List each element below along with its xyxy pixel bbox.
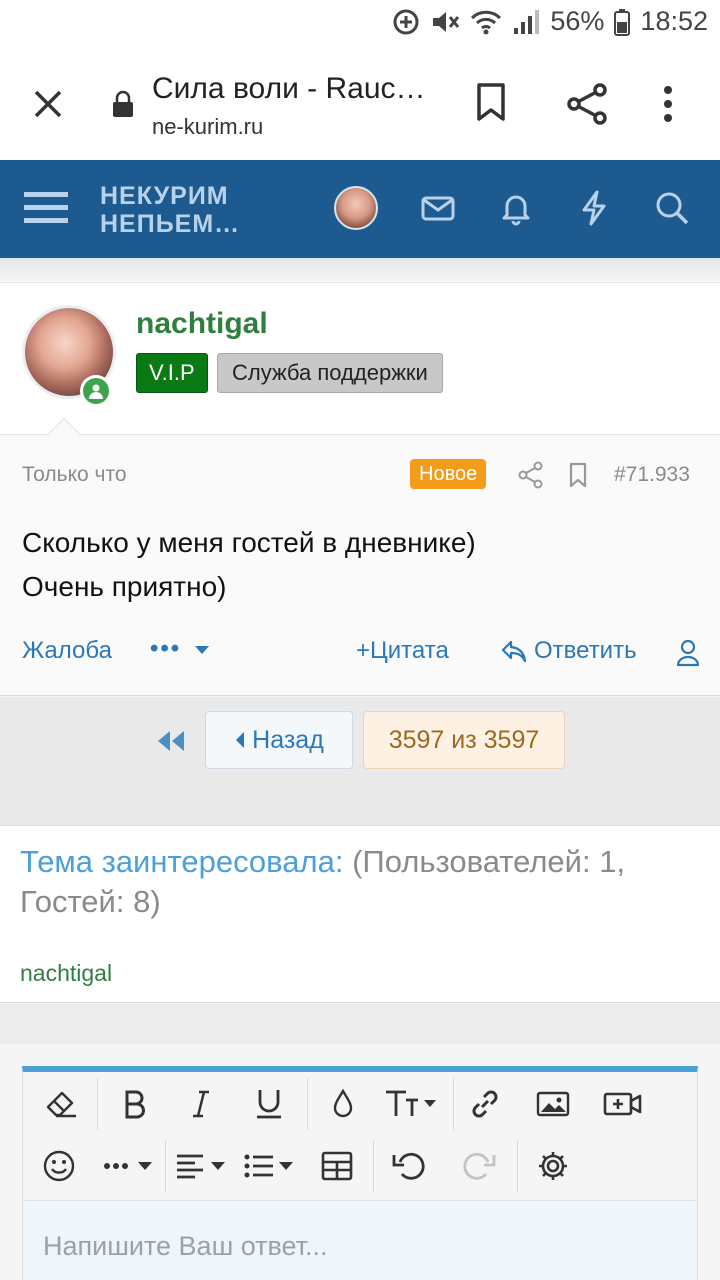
post-username[interactable]: nachtigal (136, 307, 268, 341)
plus-icon: + (356, 637, 371, 664)
vip-badge: V.I.P (136, 353, 208, 393)
table-icon[interactable] (317, 1144, 357, 1188)
page-title: Сила воли - Rauc… (152, 72, 426, 105)
forum-post: nachtigal V.I.P Служба поддержки Только … (0, 282, 720, 696)
page-indicator[interactable]: 3597 из 3597 (363, 711, 565, 769)
back-label: Назад (252, 725, 324, 754)
page-url[interactable]: ne-kurim.ru (152, 114, 263, 140)
toolbar-separator (373, 1140, 374, 1192)
site-header: НЕКУРИМ НЕПЬЕМ… (0, 160, 720, 258)
bookmark-icon[interactable] (474, 82, 508, 127)
smiley-icon[interactable] (39, 1144, 79, 1188)
interested-user-link[interactable]: nachtigal (20, 960, 112, 987)
interested-label: Тема заинтересовала: (20, 844, 344, 879)
support-badge: Служба поддержки (217, 353, 443, 393)
font-size-icon[interactable] (383, 1082, 441, 1126)
reply-label: Ответить (534, 637, 637, 664)
toolbar-separator (307, 1078, 308, 1130)
reply-placeholder: Напишите Ваш ответ... (43, 1231, 328, 1261)
first-page-icon[interactable] (156, 729, 186, 758)
post-user-area: nachtigal V.I.P Служба поддержки (0, 283, 720, 435)
more-insert-icon[interactable] (101, 1144, 159, 1188)
back-button[interactable]: Назад (205, 711, 353, 769)
share-icon[interactable] (566, 82, 610, 131)
logo-line-2: НЕПЬЕМ… (100, 210, 241, 238)
mute-icon (430, 8, 460, 36)
toolbar-row-2 (23, 1134, 699, 1196)
complaint-link[interactable]: Жалоба (22, 637, 112, 665)
battery-icon (614, 8, 631, 36)
quote-label: Цитата (370, 637, 449, 664)
wifi-icon (470, 8, 502, 36)
status-bar: 56% 18:52 (0, 0, 720, 50)
caret-left-icon (236, 732, 245, 748)
logo-line-1: НЕКУРИМ (100, 182, 229, 210)
interested-block: Тема заинтересовала: (Пользователей: 1, … (0, 825, 720, 1003)
toolbar-row-1 (23, 1072, 699, 1134)
user-avatar[interactable] (334, 186, 378, 230)
post-share-icon[interactable] (518, 461, 544, 494)
bold-icon[interactable] (115, 1082, 155, 1126)
toolbar-separator (97, 1078, 98, 1130)
toolbar-separator (165, 1140, 166, 1192)
caret-down-icon (194, 645, 209, 654)
person-icon[interactable] (676, 639, 700, 674)
post-body-line: Очень приятно) (22, 571, 227, 602)
interested-heading: Тема заинтересовала: (Пользователей: 1, … (20, 842, 710, 922)
redo-icon[interactable] (459, 1144, 499, 1188)
data-saver-icon (392, 8, 420, 36)
italic-icon[interactable] (181, 1082, 221, 1126)
signal-icon (512, 8, 540, 36)
reply-editor: Напишите Ваш ответ... (22, 1066, 698, 1280)
new-badge: Новое (410, 459, 487, 489)
underline-icon[interactable] (247, 1082, 291, 1126)
list-icon[interactable] (243, 1144, 299, 1188)
more-actions-button[interactable]: ••• (150, 635, 210, 663)
battery-percent: 56% (550, 6, 605, 36)
quote-button[interactable]: +Цитата (356, 637, 449, 665)
toolbar-separator (453, 1078, 454, 1130)
eraser-icon[interactable] (39, 1082, 83, 1126)
reply-input[interactable]: Напишите Ваш ответ... (23, 1200, 697, 1280)
section-gap (0, 1004, 720, 1044)
lock-icon (112, 90, 134, 123)
header-shadow (0, 258, 720, 282)
site-logo[interactable]: НЕКУРИМ НЕПЬЕМ… (100, 182, 240, 238)
reply-button[interactable]: Ответить (500, 637, 637, 665)
post-body-line: Сколько у меня гостей в дневнике) (22, 527, 476, 558)
bell-icon[interactable] (498, 190, 534, 231)
undo-icon[interactable] (389, 1144, 429, 1188)
browser-toolbar: Сила воли - Rauc… ne-kurim.ru (0, 50, 720, 160)
more-actions-label: ••• (150, 635, 182, 662)
post-time[interactable]: Только что (22, 463, 127, 487)
pagination: Назад 3597 из 3597 (0, 697, 720, 825)
hamburger-menu-icon[interactable] (24, 190, 68, 231)
post-body: Сколько у меня гостей в дневнике) Очень … (22, 521, 476, 609)
close-icon[interactable] (28, 84, 68, 124)
image-icon[interactable] (533, 1082, 573, 1126)
toolbar-separator (517, 1140, 518, 1192)
clock: 18:52 (640, 6, 708, 36)
online-status (80, 375, 112, 407)
align-icon[interactable] (175, 1144, 231, 1188)
post-bookmark-icon[interactable] (568, 461, 588, 494)
mail-icon[interactable] (420, 190, 456, 231)
post-number[interactable]: #71.933 (614, 463, 690, 487)
search-icon[interactable] (654, 190, 690, 231)
post-actions: Жалоба ••• +Цитата Ответить (0, 635, 720, 675)
reply-icon (501, 640, 527, 663)
online-user-icon (83, 378, 109, 404)
lightning-icon[interactable] (578, 190, 610, 231)
more-vert-icon[interactable] (662, 84, 674, 129)
video-icon[interactable] (601, 1082, 645, 1126)
gear-icon[interactable] (533, 1144, 573, 1188)
text-color-icon[interactable] (323, 1082, 363, 1126)
link-icon[interactable] (465, 1082, 505, 1126)
